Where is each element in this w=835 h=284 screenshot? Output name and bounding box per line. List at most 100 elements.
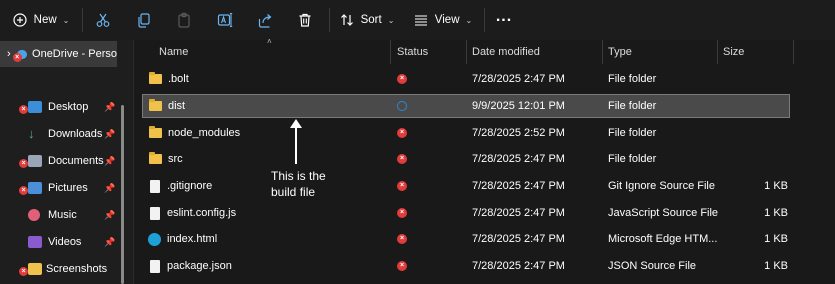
size-cell [722,94,788,118]
file-row[interactable]: node_modules × 7/28/2025 2:52 PM File fo… [142,121,790,145]
sidebar-item-videos[interactable]: Videos 📌 [0,229,120,255]
date-cell: 7/28/2025 2:47 PM [472,207,565,219]
toolbar-separator [82,8,83,32]
onedrive-icon: × [12,49,28,62]
rename-button[interactable] [212,4,238,36]
sidebar-item-label: Documents [48,155,104,167]
folder-icon [149,152,162,164]
command-bar: New ⌄ Sort ⌄ View ⌄ ... [0,0,835,40]
sidebar-item-downloads[interactable]: ↓ Downloads 📌 [0,121,120,147]
sidebar-item-music[interactable]: Music 📌 [0,202,120,228]
column-header-status[interactable]: Status [397,40,467,64]
pin-icon[interactable]: 📌 [104,183,115,194]
file-list: ˄ Name Status Date modified Type Size .b… [134,37,835,284]
file-row[interactable]: index.html × 7/28/2025 2:47 PM Microsoft… [142,227,790,251]
chevron-right-icon[interactable]: › [7,48,11,60]
column-resize-handle[interactable] [717,40,718,64]
sync-error-icon: × [397,234,407,244]
column-header-row: ˄ Name Status Date modified Type Size [134,37,835,64]
size-cell: 1 KB [764,260,788,272]
sidebar-item-label: OneDrive - Perso [32,48,117,60]
new-button[interactable]: New ⌄ [8,4,74,36]
edge-html-icon [148,232,161,246]
sidebar-item-label: Videos [48,236,82,248]
paste-button[interactable] [171,4,197,36]
sync-error-icon: × [397,74,407,84]
file-row[interactable]: package.json × 7/28/2025 2:47 PM JSON So… [142,254,790,278]
file-row-selected[interactable]: dist 9/9/2025 12:01 PM File folder [142,94,790,118]
sidebar-item-documents[interactable]: × Documents 📌 [0,148,120,174]
type-cell: Microsoft Edge HTM... [608,233,718,245]
date-cell: 7/28/2025 2:52 PM [472,127,565,139]
sidebar-item-onedrive[interactable]: › × OneDrive - Perso [0,41,117,67]
sidebar-item-screenshots[interactable]: × Screenshots [0,256,120,282]
sync-error-icon: × [19,105,28,114]
more-options-button[interactable]: ... [491,4,517,36]
copy-button[interactable] [131,4,157,36]
sidebar-item-desktop[interactable]: × Desktop 📌 [0,94,120,120]
pin-icon[interactable]: 📌 [104,210,115,221]
view-button-label: View [434,14,460,26]
sort-icon [340,14,353,26]
size-cell [722,121,788,145]
music-icon [28,209,40,221]
sync-error-icon: × [397,154,407,164]
pin-icon[interactable]: 📌 [104,102,115,113]
column-header-type[interactable]: Type [608,40,718,64]
sidebar-item-label: Screenshots [46,263,108,275]
file-row[interactable]: src × 7/28/2025 2:47 PM File folder [142,147,790,171]
size-cell: 1 KB [764,180,788,192]
more-options-icon: ... [495,8,513,25]
file-row[interactable]: eslint.config.js × 7/28/2025 2:47 PM Jav… [142,201,790,225]
name-cell: .gitignore [150,174,390,198]
view-icon [414,15,427,26]
pin-icon[interactable]: 📌 [104,129,115,140]
cut-button[interactable] [90,4,116,36]
column-resize-handle[interactable] [793,40,794,64]
sort-button-label: Sort [360,14,382,26]
file-row[interactable]: .gitignore × 7/28/2025 2:47 PM Git Ignor… [142,174,790,198]
column-resize-handle[interactable] [466,40,467,64]
column-resize-handle[interactable] [390,40,391,64]
date-cell: 7/28/2025 2:47 PM [472,233,565,245]
sync-error-icon: × [397,261,407,271]
name-cell: dist [149,94,389,118]
sync-error-icon: × [397,128,407,138]
pin-icon[interactable]: 📌 [104,237,115,248]
rename-icon [217,12,233,28]
status-cell: × [397,121,427,145]
sort-button[interactable]: Sort ⌄ [336,4,398,36]
name-cell: src [149,147,389,171]
status-cell: × [397,67,427,91]
annotation-line-2: build file [271,185,316,199]
type-cell: File folder [608,153,657,165]
sidebar-item-pictures[interactable]: × Pictures 📌 [0,175,120,201]
copy-icon [138,13,150,28]
sidebar-scrollbar[interactable] [121,105,124,284]
delete-button[interactable] [292,4,318,36]
folder-icon [149,99,162,111]
status-cell: × [397,254,427,278]
sync-error-icon: × [19,267,28,276]
share-button[interactable] [252,4,278,36]
size-cell: 1 KB [764,233,788,245]
annotation-arrow [295,126,297,164]
file-name: .bolt [168,73,189,85]
file-name: package.json [167,260,232,272]
column-header-name[interactable]: Name [159,40,389,64]
annotation-text: This is the build file [271,168,326,200]
column-header-size[interactable]: Size [723,40,793,64]
pin-icon[interactable]: 📌 [104,156,115,167]
sync-error-icon: × [12,52,22,62]
column-resize-handle[interactable] [602,40,603,64]
share-icon [258,14,272,28]
column-header-date[interactable]: Date modified [472,40,602,64]
chevron-down-icon: ⌄ [62,15,70,25]
view-button[interactable]: View ⌄ [410,4,476,36]
sync-error-icon: × [19,186,28,195]
new-button-label: New [33,14,57,26]
json-file-icon [150,259,160,273]
file-row[interactable]: .bolt × 7/28/2025 2:47 PM File folder [142,67,790,91]
sidebar-item-label: Desktop [48,101,89,113]
folder-icon [149,126,162,138]
